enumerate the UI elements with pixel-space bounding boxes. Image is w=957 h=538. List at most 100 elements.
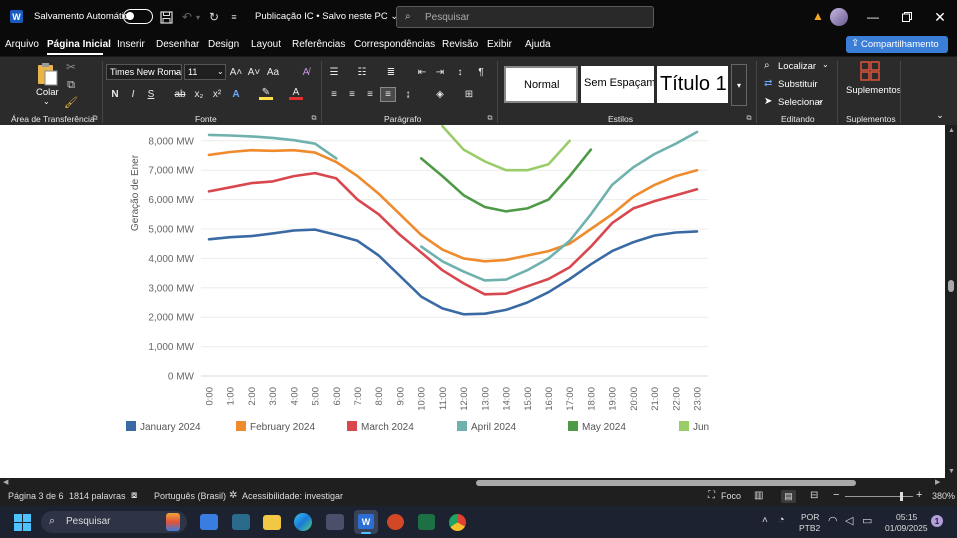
focus-label[interactable]: Foco	[721, 492, 741, 501]
accessibility-label[interactable]: Acessibilidade: investigar	[242, 492, 343, 501]
document-canvas[interactable]: 0 MW 1,000 MW 2,000 MW 3,000 MW 4,000 MW 5,00…	[0, 125, 945, 478]
highlight-icon[interactable]: ✎	[259, 87, 273, 100]
grow-font-icon[interactable]: A˄	[229, 66, 243, 78]
paste-icon[interactable]	[36, 62, 58, 86]
font-size-select[interactable]: 11 ⌄	[184, 64, 226, 80]
superscript-icon[interactable]: x²	[210, 88, 224, 100]
accessibility-icon[interactable]: ✲	[229, 491, 237, 501]
zoom-slider-thumb[interactable]	[900, 492, 903, 501]
zoom-in-icon[interactable]: +	[916, 490, 922, 501]
clipboard-launcher-icon[interactable]: ⧉	[91, 114, 99, 123]
windows-start-icon[interactable]	[14, 514, 31, 531]
select-button[interactable]: ➤ Selecionar ⌄	[764, 96, 832, 110]
strikethrough-icon[interactable]: ab	[173, 88, 187, 100]
document-title[interactable]: Publicação IC • Salvo neste PC ⌄	[255, 12, 398, 22]
excel-icon[interactable]	[418, 514, 435, 530]
zoom-level[interactable]: 380%	[932, 492, 955, 501]
clock-time[interactable]: 05:15	[896, 513, 917, 522]
tray-app-icon[interactable]: ◔	[778, 515, 785, 526]
tab-pagina-inicial[interactable]: Página Inicial	[47, 39, 111, 50]
save-icon[interactable]	[158, 9, 174, 25]
scroll-left-icon[interactable]: ◀	[3, 479, 8, 486]
restore-icon[interactable]	[898, 8, 916, 26]
zoom-out-icon[interactable]: −	[833, 490, 839, 501]
find-button[interactable]: ⌕ Localizar ⌄	[764, 60, 832, 74]
change-case-icon[interactable]: Aa	[266, 66, 280, 78]
undo-icon[interactable]: ↶	[180, 9, 194, 25]
justify-icon[interactable]: ≡	[380, 87, 396, 102]
addins-label[interactable]: Suplementos	[846, 86, 901, 96]
style-heading-1[interactable]: Título 1	[657, 66, 728, 103]
volume-icon[interactable]: ◁	[845, 516, 853, 527]
focus-icon[interactable]: ⛶	[708, 491, 715, 501]
underline-icon[interactable]: S	[144, 88, 158, 100]
addins-icon[interactable]	[860, 61, 880, 81]
page-count[interactable]: Página 3 de 6	[8, 492, 64, 501]
warning-icon[interactable]: ▲	[811, 9, 825, 23]
clock-date[interactable]: 01/09/2025	[885, 524, 928, 533]
store-icon[interactable]	[326, 514, 344, 530]
print-layout-icon[interactable]: ▤	[781, 490, 796, 503]
autosave-toggle[interactable]	[123, 9, 153, 24]
tab-revisao[interactable]: Revisão	[442, 39, 478, 50]
file-explorer-icon[interactable]	[263, 515, 281, 530]
shrink-font-icon[interactable]: A˅	[247, 66, 261, 78]
vertical-scroll-thumb[interactable]	[948, 280, 954, 292]
sort-icon[interactable]: ↕	[453, 66, 467, 78]
bold-icon[interactable]: N	[108, 88, 122, 100]
web-layout-icon[interactable]: ⊟	[810, 491, 818, 501]
scroll-down-icon[interactable]: ▼	[948, 468, 955, 475]
avatar[interactable]	[830, 8, 848, 26]
redo-icon[interactable]: ↻	[207, 9, 221, 25]
style-normal[interactable]: Normal	[504, 66, 578, 103]
zoom-slider[interactable]	[845, 492, 913, 501]
style-no-spacing[interactable]: Sem Espaçam	[581, 66, 654, 103]
font-launcher-icon[interactable]: ⧉	[310, 114, 318, 123]
vertical-scrollbar[interactable]: ▲ ▼	[945, 125, 957, 478]
copy-icon[interactable]: ⧉	[64, 78, 78, 92]
tab-desenhar[interactable]: Desenhar	[156, 39, 199, 50]
decrease-indent-icon[interactable]: ⇤	[415, 66, 429, 78]
bullets-icon[interactable]: ☰	[327, 66, 341, 78]
tab-design[interactable]: Design	[208, 39, 239, 50]
tab-arquivo[interactable]: Arquivo	[5, 39, 39, 50]
replace-button[interactable]: ⇄ Substituir	[764, 78, 832, 92]
share-button[interactable]: ⇪ Compartilhamento	[846, 36, 948, 53]
italic-icon[interactable]: I	[126, 88, 140, 100]
input-language[interactable]: POR	[801, 513, 819, 522]
minimize-icon[interactable]: —	[864, 8, 882, 26]
battery-icon[interactable]: ▭	[862, 516, 872, 527]
font-color-icon[interactable]: A	[289, 87, 303, 100]
borders-icon[interactable]: ⊞	[462, 88, 476, 100]
align-left-icon[interactable]: ≡	[327, 88, 341, 100]
scroll-right-icon[interactable]: ▶	[935, 479, 940, 486]
multilevel-list-icon[interactable]: ≣	[384, 66, 398, 78]
show-marks-icon[interactable]: ¶	[474, 66, 488, 78]
styles-more-button[interactable]: ▾	[731, 64, 747, 106]
tab-exibir[interactable]: Exibir	[487, 39, 512, 50]
chrome-icon[interactable]	[449, 514, 466, 531]
keyboard-layout[interactable]: PTB2	[799, 524, 820, 533]
tab-correspondencias[interactable]: Correspondências	[354, 39, 435, 50]
align-center-icon[interactable]: ≡	[345, 88, 359, 100]
chevron-up-icon[interactable]: ˄	[762, 516, 768, 526]
powerpoint-icon[interactable]	[387, 514, 404, 530]
tab-inserir[interactable]: Inserir	[117, 39, 145, 50]
word-count[interactable]: 1814 palavras	[69, 492, 126, 501]
line-spacing-icon[interactable]: ↨	[401, 88, 415, 100]
horizontal-scroll-thumb[interactable]	[476, 480, 856, 486]
clear-formatting-icon[interactable]: A̸	[299, 66, 313, 78]
widget-icon[interactable]	[166, 513, 180, 531]
tab-ajuda[interactable]: Ajuda	[525, 39, 551, 50]
language-label[interactable]: Português (Brasil)	[154, 492, 226, 501]
notification-badge[interactable]: 1	[931, 515, 943, 527]
styles-launcher-icon[interactable]: ⧉	[745, 114, 753, 123]
edge-icon[interactable]	[294, 513, 312, 531]
customize-toolbar-icon[interactable]: ≡	[229, 9, 239, 25]
increase-indent-icon[interactable]: ⇥	[433, 66, 447, 78]
task-view-icon[interactable]	[200, 514, 218, 530]
paste-chevron-icon[interactable]: ⌄	[43, 98, 50, 106]
wifi-icon[interactable]: ◠	[828, 516, 838, 527]
undo-dropdown-icon[interactable]: ▾	[194, 9, 202, 25]
tab-layout[interactable]: Layout	[251, 39, 281, 50]
